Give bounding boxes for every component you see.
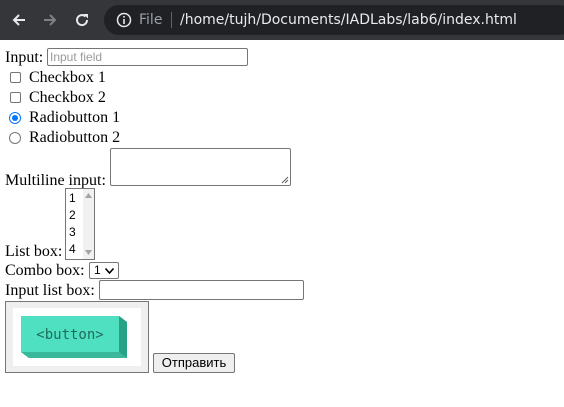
multiline-textarea[interactable] bbox=[110, 148, 291, 186]
input-label: Input: bbox=[5, 49, 44, 66]
input-list-field[interactable] bbox=[99, 280, 304, 300]
radiobutton-2[interactable] bbox=[9, 132, 21, 144]
radiobutton-1[interactable] bbox=[9, 112, 21, 124]
image-button[interactable]: <button> bbox=[5, 301, 149, 373]
reload-button[interactable] bbox=[67, 0, 97, 40]
url-scheme: File bbox=[139, 12, 163, 28]
input-list-label: Input list box: bbox=[5, 282, 95, 299]
button-image: <button> bbox=[13, 308, 141, 366]
forward-arrow-icon bbox=[44, 14, 57, 26]
image-button-text: <button> bbox=[36, 327, 103, 343]
scroll-down-icon[interactable] bbox=[85, 250, 92, 255]
checkbox-1-label: Checkbox 1 bbox=[29, 69, 106, 86]
browser-toolbar: File /home/tujh/Documents/IADLabs/lab6/i… bbox=[0, 0, 564, 40]
text-input-field[interactable] bbox=[47, 48, 248, 66]
listbox-option[interactable]: 3 bbox=[69, 225, 76, 240]
listbox-option[interactable]: 2 bbox=[69, 208, 76, 223]
listbox-option[interactable]: 1 bbox=[69, 191, 76, 206]
combo-label: Combo box: bbox=[5, 262, 85, 279]
checkbox-2[interactable] bbox=[10, 92, 21, 103]
back-arrow-icon bbox=[12, 14, 25, 26]
address-bar[interactable]: File /home/tujh/Documents/IADLabs/lab6/i… bbox=[104, 5, 564, 35]
address-divider bbox=[171, 12, 172, 28]
submit-button[interactable]: Отправить bbox=[153, 353, 235, 373]
button-3d-icon: <button> bbox=[21, 316, 127, 358]
back-button[interactable] bbox=[4, 0, 34, 40]
checkbox-2-label: Checkbox 2 bbox=[29, 89, 106, 106]
combo-selected-value: 1 bbox=[94, 263, 101, 277]
listbox-option[interactable]: 4 bbox=[69, 242, 76, 257]
chevron-down-icon bbox=[105, 268, 114, 274]
radiobutton-1-label: Radiobutton 1 bbox=[29, 109, 121, 126]
resize-grip-icon[interactable] bbox=[281, 176, 289, 184]
combo-box[interactable]: 1 bbox=[89, 262, 119, 279]
url-text[interactable]: /home/tujh/Documents/IADLabs/lab6/index.… bbox=[180, 12, 517, 28]
listbox-label: List box: bbox=[5, 243, 63, 260]
listbox-scrollbar[interactable] bbox=[83, 189, 94, 259]
checkbox-1[interactable] bbox=[10, 72, 21, 83]
reload-icon bbox=[76, 14, 89, 27]
listbox[interactable]: 1 2 3 4 bbox=[65, 188, 95, 260]
info-icon[interactable] bbox=[116, 12, 132, 28]
radiobutton-2-label: Radiobutton 2 bbox=[29, 129, 121, 146]
forward-button[interactable] bbox=[35, 0, 65, 40]
scroll-up-icon[interactable] bbox=[85, 193, 92, 198]
